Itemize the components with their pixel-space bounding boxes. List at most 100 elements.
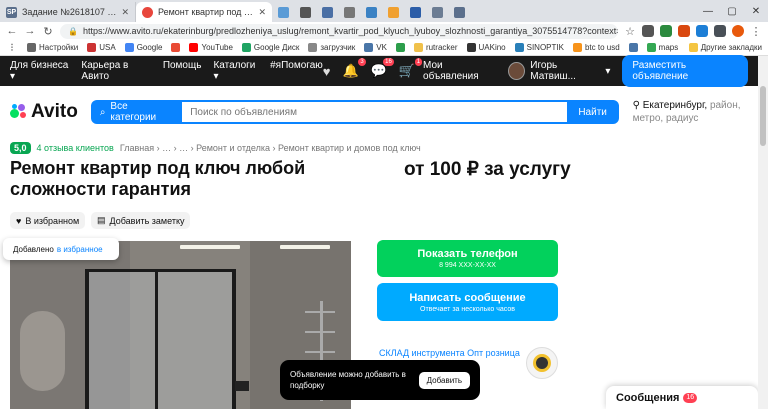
url-input[interactable]: 🔒 https://www.avito.ru/ekaterinburg/pred… [60, 23, 618, 39]
avito-logo[interactable]: Avito [10, 101, 81, 123]
tab-favicon-icon [343, 6, 355, 18]
seller-avatar[interactable] [526, 347, 558, 379]
search-input[interactable] [182, 100, 567, 124]
bookmark-item[interactable]: загрузчик [308, 43, 355, 52]
notifications-badge: 3 [358, 58, 366, 66]
seller-link[interactable]: СКЛАД инструмента Опт розница [379, 348, 520, 358]
extension-icon[interactable] [714, 25, 726, 37]
favorites-link[interactable]: в избранное [57, 245, 103, 254]
favorite-chip-button[interactable]: ♥ В избранном [10, 212, 86, 229]
lock-icon: 🔒 [68, 26, 78, 36]
menu-catalogs[interactable]: Каталоги ▾ [213, 60, 258, 82]
menu-dots-icon[interactable]: ⋮ [750, 25, 762, 38]
messages-badge: 16 [383, 58, 394, 66]
bookmark-icon [628, 43, 638, 52]
notifications-bell-icon[interactable]: 🔔 3 [342, 58, 366, 79]
avatar [508, 62, 526, 80]
reload-icon[interactable]: ↻ [42, 25, 54, 38]
write-message-label: Написать сообщение [409, 291, 526, 304]
scrollbar-thumb[interactable] [760, 86, 766, 146]
apps-icon[interactable]: ⁝ [6, 41, 18, 54]
messages-panel[interactable]: Сообщения 16 [606, 386, 758, 409]
messages-count-badge: 16 [683, 392, 698, 403]
all-categories-button[interactable]: ⌕ Все категории [90, 100, 183, 124]
bookmark-icon [189, 43, 199, 52]
bookmark-item[interactable] [628, 43, 638, 52]
cart-icon[interactable]: 🛒 1 [399, 58, 423, 79]
extension-icon[interactable] [696, 25, 708, 37]
add-note-button[interactable]: ▤ Добавить заметку [91, 212, 191, 229]
search-icon: ⌕ [99, 106, 106, 118]
bookmark-label: rutracker [425, 43, 458, 52]
browser-tab[interactable] [448, 2, 470, 22]
bookmark-item[interactable]: Google Диск [241, 43, 299, 52]
minimize-icon[interactable]: — [696, 6, 720, 17]
extension-icon[interactable] [678, 25, 690, 37]
browser-tab[interactable] [338, 2, 360, 22]
bookmark-item[interactable]: YouTube [189, 43, 233, 52]
star-icon[interactable]: ☆ [624, 25, 636, 38]
browser-tab[interactable] [294, 2, 316, 22]
bookmark-item[interactable]: rutracker [413, 43, 458, 52]
close-icon[interactable]: ✕ [121, 7, 129, 18]
breadcrumb-path[interactable]: Главная › … › … › Ремонт и отделка › Рем… [120, 143, 421, 153]
heart-icon: ♥ [16, 215, 22, 226]
maximize-icon[interactable]: ▢ [720, 6, 744, 17]
show-phone-button[interactable]: Показать телефон 8 994 XXX-XX-XX [377, 240, 558, 277]
bookmark-item[interactable]: btc to usd [572, 43, 620, 52]
place-ad-button[interactable]: Разместить объявление [622, 55, 749, 87]
bookmark-item[interactable]: UAKino [466, 43, 506, 52]
bookmark-item[interactable]: Настройки [27, 43, 78, 52]
bookmark-item[interactable]: VK [364, 43, 387, 52]
messages-chat-icon[interactable]: 💬 16 [371, 58, 394, 79]
bookmark-item[interactable]: Google [124, 43, 163, 52]
bookmark-label: VK [376, 43, 387, 52]
menu-help[interactable]: Помощь [163, 60, 202, 82]
browser-tab[interactable] [404, 2, 426, 22]
bookmark-label: YouTube [201, 43, 233, 52]
menu-business[interactable]: Для бизнеса ▾ [10, 60, 69, 82]
bookmark-icon [241, 43, 251, 52]
favorite-added-toast: Добавлено в избранное [3, 238, 119, 260]
browser-tab[interactable] [272, 2, 294, 22]
close-icon[interactable]: ✕ [258, 7, 266, 18]
write-message-button[interactable]: Написать сообщение Отвечает за несколько… [377, 283, 558, 321]
browser-tab[interactable] [382, 2, 404, 22]
bookmark-item[interactable] [395, 43, 405, 52]
browser-tab-active[interactable]: Ремонт квартир под ключ любой ✕ [136, 2, 272, 22]
bookmark-icon [364, 43, 374, 52]
menu-career[interactable]: Карьера в Авито [81, 60, 150, 82]
bookmark-item[interactable]: SINOPTIK [514, 43, 564, 52]
browser-tab[interactable] [360, 2, 382, 22]
profile-avatar-icon[interactable] [732, 25, 744, 37]
bookmark-item[interactable]: USA [87, 43, 116, 52]
browser-tab[interactable]: SP Задание №2618107 - просмотр з ✕ [0, 2, 136, 22]
bookmarks-bar: ⁝ Настройки USA Google YouTube Google Ди… [0, 40, 768, 56]
page-scrollbar[interactable] [758, 56, 768, 409]
reviews-link[interactable]: 4 отзыва клиентов [37, 143, 114, 153]
other-bookmarks[interactable]: Другие закладки [688, 43, 762, 52]
forward-icon[interactable]: → [24, 25, 36, 37]
extension-icon[interactable] [642, 25, 654, 37]
location-selector[interactable]: ⚲ Екатеринбург, район, метро, радиус [633, 99, 748, 125]
bookmark-label: Google [136, 43, 163, 52]
bookmark-item[interactable]: maps [646, 43, 679, 52]
back-icon[interactable]: ← [6, 25, 18, 37]
toast-message: Объявление можно добавить в подборку [290, 370, 406, 390]
user-menu[interactable]: Игорь Матвиш... ▾ [508, 60, 610, 82]
my-ads-link[interactable]: Мои объявления [423, 60, 496, 82]
tab-favicon-icon [387, 6, 399, 18]
tab-favicon-icon [142, 6, 153, 18]
favorites-heart-icon[interactable]: ♥ [323, 64, 331, 79]
browser-tab[interactable] [316, 2, 338, 22]
find-button[interactable]: Найти [566, 100, 619, 124]
bookmark-item[interactable] [171, 43, 181, 52]
tab-favicon-icon [321, 6, 333, 18]
browser-tab[interactable] [426, 2, 448, 22]
add-to-collection-button[interactable]: Добавить [418, 371, 470, 389]
bookmark-label: maps [658, 43, 679, 52]
bookmark-label: Другие закладки [700, 43, 762, 52]
extension-icon[interactable] [660, 25, 672, 37]
close-window-icon[interactable]: ✕ [744, 6, 768, 17]
menu-ya-pomogayu[interactable]: #яПомогаю [270, 60, 323, 82]
